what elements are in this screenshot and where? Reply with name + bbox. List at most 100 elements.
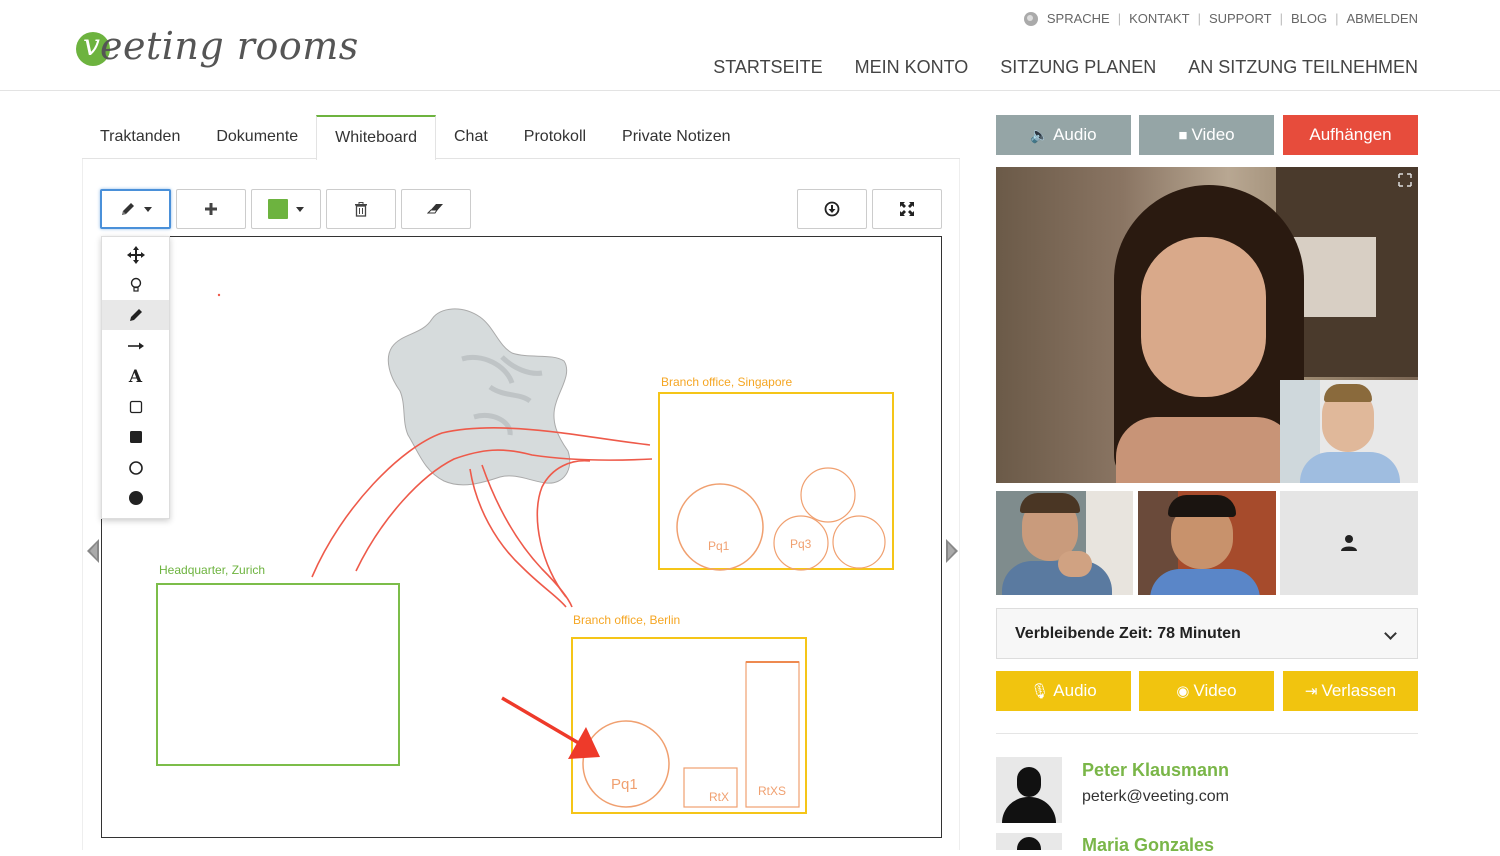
label-pq1-berlin: Pq1 bbox=[611, 776, 638, 793]
label-berlin: Branch office, Berlin bbox=[573, 613, 680, 627]
mute-audio-button[interactable]: 🎙 Audio bbox=[996, 671, 1131, 711]
fullscreen-icon bbox=[900, 202, 914, 216]
tab-documents[interactable]: Dokumente bbox=[198, 115, 316, 159]
participant-video-1[interactable] bbox=[996, 491, 1133, 595]
logo[interactable]: v eeting rooms bbox=[76, 24, 358, 86]
whiteboard-canvas[interactable]: Branch office, Singapore Pq1 Pq3 Headqua… bbox=[101, 236, 942, 838]
circle-outline bbox=[800, 467, 856, 523]
hair bbox=[1324, 384, 1372, 402]
delete-button[interactable] bbox=[326, 189, 396, 229]
shirt bbox=[1150, 569, 1260, 595]
remaining-time-panel[interactable]: Verbleibende Zeit: 78 Minuten bbox=[996, 608, 1418, 659]
box-zurich bbox=[156, 583, 400, 766]
eye-off-icon: ◉ bbox=[1176, 683, 1190, 700]
mic-off-icon: 🎙 bbox=[1030, 683, 1050, 700]
divider bbox=[996, 733, 1418, 734]
main-nav: STARTSEITE MEIN KONTO SITZUNG PLANEN AN … bbox=[713, 57, 1418, 78]
tab-whiteboard[interactable]: Whiteboard bbox=[316, 115, 436, 160]
leave-button[interactable]: ⇥ Verlassen bbox=[1283, 671, 1418, 711]
circle-outline-icon bbox=[128, 461, 143, 475]
hide-video-button[interactable]: ◉ Video bbox=[1139, 671, 1274, 711]
tab-bar: Traktanden Dokumente Whiteboard Chat Pro… bbox=[82, 115, 749, 160]
pencil-icon bbox=[129, 309, 142, 321]
tab-agenda[interactable]: Traktanden bbox=[82, 115, 198, 159]
color-picker-button[interactable] bbox=[251, 189, 321, 229]
nav-my-account[interactable]: MEIN KONTO bbox=[855, 57, 969, 78]
plus-icon bbox=[205, 203, 217, 215]
chevron-down-icon bbox=[143, 206, 152, 212]
tab-minutes[interactable]: Protokoll bbox=[506, 115, 604, 159]
eraser-icon bbox=[427, 204, 443, 214]
arrow-icon bbox=[127, 342, 144, 350]
hair bbox=[1168, 495, 1236, 517]
expand-video-icon[interactable] bbox=[1398, 173, 1412, 187]
tool-circle[interactable] bbox=[102, 453, 169, 483]
fullscreen-button[interactable] bbox=[872, 189, 942, 229]
label-rtxs: RtXS bbox=[758, 784, 786, 798]
logo-text: eeting rooms bbox=[100, 24, 359, 68]
tool-text[interactable]: A bbox=[102, 362, 169, 392]
tool-arrow[interactable] bbox=[102, 331, 169, 361]
leave-label: Verlassen bbox=[1321, 681, 1397, 700]
tool-rectangle[interactable] bbox=[102, 392, 169, 422]
download-button[interactable] bbox=[797, 189, 867, 229]
separator: | bbox=[1335, 11, 1339, 26]
nav-contact[interactable]: KONTAKT bbox=[1129, 11, 1189, 26]
participant-video-2[interactable] bbox=[1138, 491, 1276, 595]
separator: | bbox=[1197, 11, 1201, 26]
participant-email: peterk@veeting.com bbox=[1082, 788, 1229, 805]
avatar bbox=[996, 833, 1062, 850]
self-video[interactable] bbox=[1280, 380, 1418, 483]
hangup-button[interactable]: Aufhängen bbox=[1283, 115, 1418, 155]
box-singapore bbox=[658, 392, 894, 570]
eraser-button[interactable] bbox=[401, 189, 471, 229]
hangup-label: Aufhängen bbox=[1309, 125, 1392, 144]
nav-home[interactable]: STARTSEITE bbox=[713, 57, 822, 78]
chevron-down-icon bbox=[1384, 627, 1397, 640]
participant-name[interactable]: Peter Klausmann bbox=[1082, 760, 1229, 781]
tool-filled-rectangle[interactable] bbox=[102, 422, 169, 452]
next-page-arrow[interactable] bbox=[945, 539, 959, 563]
draw-tool-button[interactable] bbox=[100, 189, 171, 229]
separator: | bbox=[1279, 11, 1283, 26]
tool-pencil[interactable] bbox=[102, 300, 169, 330]
nav-support[interactable]: SUPPORT bbox=[1209, 11, 1272, 26]
tab-chat[interactable]: Chat bbox=[436, 115, 506, 159]
nav-language[interactable]: SPRACHE bbox=[1047, 11, 1110, 26]
hand bbox=[1058, 551, 1092, 577]
camera-icon: ■ bbox=[1178, 126, 1188, 144]
stray-dot bbox=[217, 293, 221, 297]
mute-audio-label: Audio bbox=[1053, 681, 1097, 700]
nav-logout[interactable]: ABMELDEN bbox=[1346, 11, 1418, 26]
connection-line bbox=[536, 459, 591, 598]
tool-filled-circle[interactable] bbox=[102, 483, 169, 513]
tool-highlight[interactable] bbox=[102, 270, 169, 300]
shoulders bbox=[1116, 417, 1296, 483]
nav-blog[interactable]: BLOG bbox=[1291, 11, 1327, 26]
download-icon bbox=[824, 201, 840, 217]
tool-menu: A bbox=[101, 236, 170, 519]
rectangle-outline-icon bbox=[129, 400, 142, 414]
move-icon bbox=[126, 246, 145, 264]
label-pq3: Pq3 bbox=[790, 537, 812, 551]
call-audio-button[interactable]: 🔈 Audio bbox=[996, 115, 1131, 155]
speaker-icon: 🔈 bbox=[1030, 127, 1050, 144]
sign-out-icon: ⇥ bbox=[1304, 683, 1318, 700]
nav-schedule-meeting[interactable]: SITZUNG PLANEN bbox=[1000, 57, 1156, 78]
nav-join-meeting[interactable]: AN SITZUNG TEILNEHMEN bbox=[1188, 57, 1418, 78]
circle-pq1-berlin bbox=[582, 720, 670, 808]
tool-move[interactable] bbox=[102, 240, 169, 270]
remaining-time-label: Verbleibende Zeit: 78 Minuten bbox=[1015, 624, 1241, 642]
participant-video-empty[interactable] bbox=[1280, 491, 1418, 595]
participant-name[interactable]: Maria Gonzales bbox=[1082, 835, 1214, 856]
call-video-button[interactable]: ■ Video bbox=[1139, 115, 1274, 155]
avatar bbox=[996, 757, 1062, 823]
user-icon bbox=[1341, 535, 1357, 551]
call-video-label: Video bbox=[1191, 125, 1235, 144]
prev-page-arrow[interactable] bbox=[86, 539, 100, 563]
tab-private-notes[interactable]: Private Notizen bbox=[604, 115, 749, 159]
shirt bbox=[1300, 452, 1400, 483]
add-button[interactable] bbox=[176, 189, 246, 229]
hide-video-label: Video bbox=[1193, 681, 1237, 700]
globe-icon bbox=[1023, 11, 1038, 26]
